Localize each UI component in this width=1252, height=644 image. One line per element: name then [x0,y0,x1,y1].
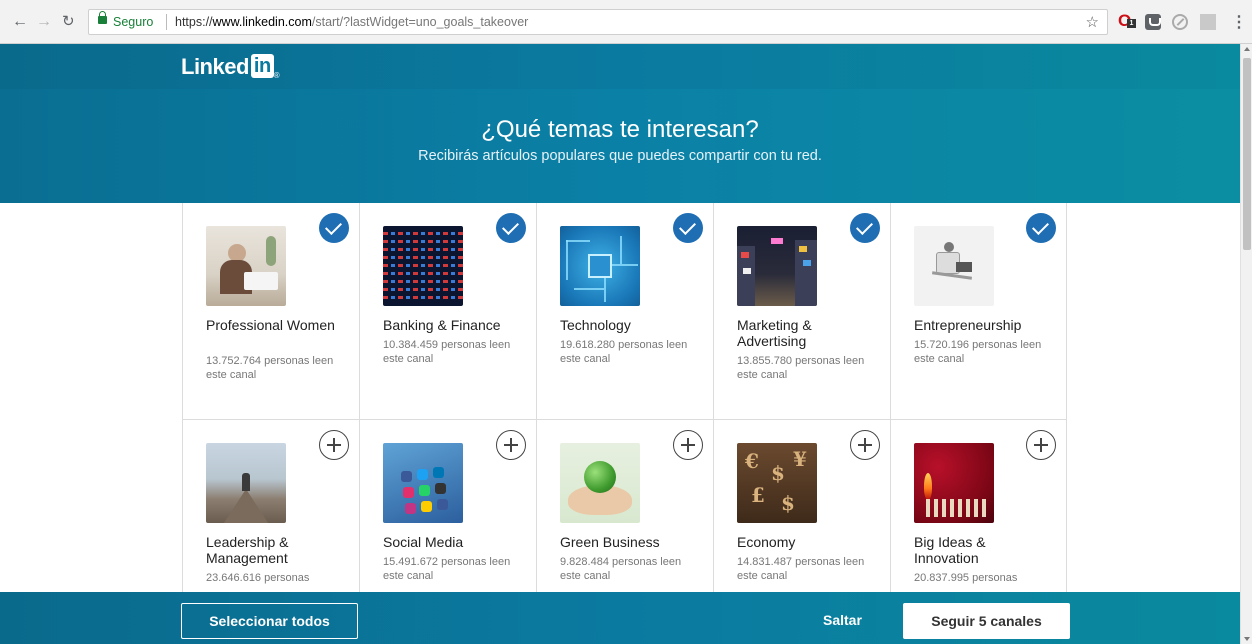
scroll-up-arrow-icon[interactable] [1244,47,1250,51]
add-icon[interactable] [673,430,703,460]
channel-card-marketing-advertising[interactable]: Marketing & Advertising 13.855.780 perso… [713,203,890,420]
man-chair-laptop-image [914,226,994,306]
add-icon[interactable] [1026,430,1056,460]
action-bar: Seleccionar todos Saltar Seguir 5 canale… [0,592,1240,644]
linkedin-logo[interactable]: Linked in ® [181,54,280,80]
lock-icon [98,11,107,24]
channel-card-banking-finance[interactable]: Banking & Finance 10.384.459 personas le… [359,203,536,420]
follow-channels-button[interactable]: Seguir 5 canales [903,603,1070,639]
channel-title: Big Ideas & Innovation [914,534,986,566]
channel-readers: 9.828.484 personas leen este canal [560,556,682,582]
channel-title: Banking & Finance [383,317,501,333]
opera-extension-icon[interactable]: O1 [1118,11,1136,30]
reload-icon[interactable]: ↻ [62,14,75,30]
city-billboards-image [737,226,817,306]
scroll-thumb[interactable] [1243,58,1251,250]
channel-title: Leadership & Management [206,534,289,566]
add-icon[interactable] [850,430,880,460]
address-bar[interactable]: Seguro https://www.linkedin.com/start/?l… [88,9,1108,35]
logo-mark: ® [273,71,280,80]
channel-readers: 15.720.196 personas leen este canal [914,339,1042,365]
phone-apps-image [383,443,463,523]
channel-readers: 13.752.764 personas leen este canal [206,355,334,381]
page-scrollbar[interactable] [1240,44,1252,644]
channel-card-entrepreneurship[interactable]: Entrepreneurship 15.720.196 personas lee… [890,203,1067,420]
channel-card-technology[interactable]: Technology 19.618.280 personas leen este… [536,203,713,420]
channel-title: Technology [560,317,631,333]
url-scheme: https:// [175,15,213,29]
logo-text: Linked [181,54,249,79]
channel-card-professional-women[interactable]: Professional Women 13.752.764 personas l… [182,203,359,420]
channel-readers: 13.855.780 personas leen este canal [737,355,865,381]
channel-title: Economy [737,534,796,550]
pocket-extension-icon[interactable] [1145,14,1161,30]
bookmark-star-icon[interactable]: ☆ [1086,13,1099,31]
blocker-extension-icon[interactable] [1172,14,1188,30]
add-icon[interactable] [319,430,349,460]
stock-board-image [383,226,463,306]
channel-readers: 15.491.672 personas leen este canal [383,556,511,582]
globe-hands-image [560,443,640,523]
address-separator [166,14,167,30]
extension-badge: 1 [1127,19,1136,28]
browser-menu-icon[interactable]: ⋮ [1231,12,1247,31]
selected-check-icon[interactable] [850,213,880,243]
channel-title: Green Business [560,534,660,550]
channel-title: Marketing & Advertising [737,317,812,349]
secure-label: Seguro [113,15,154,29]
logo-box: in [250,54,274,78]
browser-toolbar: ← → ↻ Seguro https://www.linkedin.com/st… [0,0,1252,44]
selected-check-icon[interactable] [496,213,526,243]
back-icon[interactable]: ← [12,14,28,30]
channel-readers: 14.831.487 personas leen este canal [737,556,865,582]
selected-check-icon[interactable] [673,213,703,243]
channel-title: Social Media [383,534,464,550]
woman-laptop-image [206,226,286,306]
forward-icon[interactable]: → [36,14,52,30]
channel-readers: 20.837.995 personas [914,572,1018,584]
add-icon[interactable] [496,430,526,460]
site-header: Linked in ® [0,44,1240,89]
pdf-extension-icon[interactable] [1200,14,1216,30]
channel-readers: 10.384.459 personas leen este canal [383,339,511,365]
skip-link[interactable]: Saltar [823,612,862,628]
selected-check-icon[interactable] [319,213,349,243]
circuit-board-image [560,226,640,306]
url-text[interactable]: https://www.linkedin.com/start/?lastWidg… [175,15,528,29]
channel-grid: Professional Women 13.752.764 personas l… [182,203,1069,643]
scroll-down-arrow-icon[interactable] [1244,637,1250,641]
hero-banner: ¿Qué temas te interesan? Recibirás artíc… [0,89,1240,203]
page-subtitle: Recibirás artículos populares que puedes… [418,148,822,164]
channel-title: Professional Women [206,317,335,333]
channel-title: Entrepreneurship [914,317,1022,333]
url-path: /start/?lastWidget=uno_goals_takeover [311,15,529,29]
channel-readers: 19.618.280 personas leen este canal [560,339,688,365]
mountain-summit-image [206,443,286,523]
page-title: ¿Qué temas te interesan? [481,116,759,143]
selected-check-icon[interactable] [1026,213,1056,243]
channel-readers: 23.646.616 personas [206,572,310,584]
currency-symbols-image: € $ ¥ £ $ [737,443,817,523]
matches-image [914,443,994,523]
url-host: www.linkedin.com [212,15,312,29]
select-all-button[interactable]: Seleccionar todos [181,603,358,639]
